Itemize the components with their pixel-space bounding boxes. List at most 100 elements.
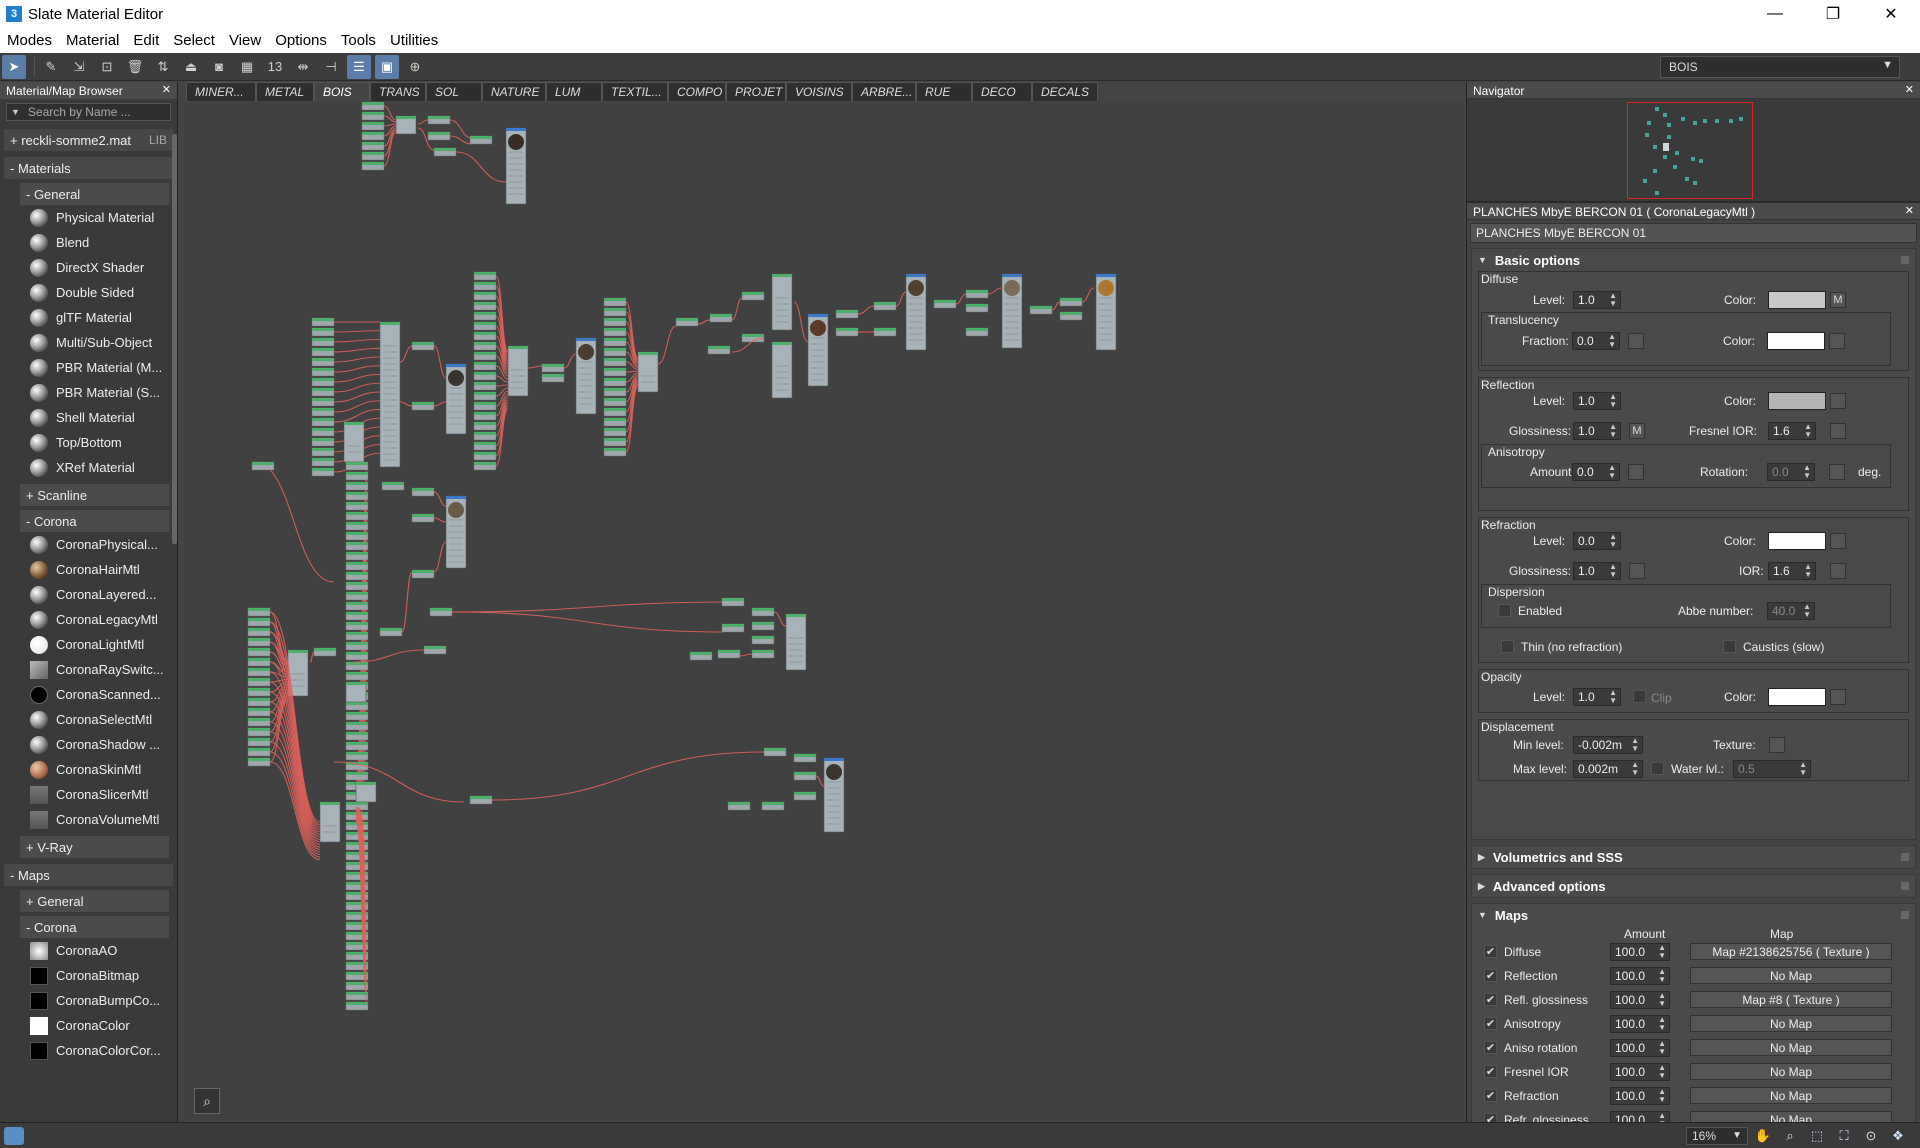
diffuse-map-button[interactable]: M xyxy=(1830,292,1846,308)
material-list-item[interactable]: XRef Material xyxy=(30,455,177,480)
refraction-gloss-map-button[interactable] xyxy=(1629,563,1645,579)
minimize-button[interactable]: — xyxy=(1746,0,1804,28)
map-slot-button[interactable]: No Map xyxy=(1690,1063,1892,1080)
map-amount-spinner[interactable]: 100.0▲▼ xyxy=(1610,1087,1670,1105)
move-children-icon[interactable]: ⇅ xyxy=(151,55,175,79)
browser-search-input[interactable]: ▼ Search by Name ... xyxy=(6,103,171,121)
tab-compo[interactable]: COMPO xyxy=(668,82,726,101)
material-list-item[interactable]: Blend xyxy=(30,230,177,255)
corona-material-item[interactable]: CoronaPhysical... xyxy=(30,532,177,557)
map-amount-spinner[interactable]: 100.0▲▼ xyxy=(1610,1063,1670,1081)
corona-material-item[interactable]: CoronaLightMtl xyxy=(30,632,177,657)
subgroup-vray[interactable]: + V-Ray xyxy=(20,836,169,858)
delete-icon[interactable]: 🗑 xyxy=(123,55,147,79)
tab-trans[interactable]: TRANS xyxy=(370,82,426,101)
select-by-material-icon[interactable]: ⊕ xyxy=(403,55,427,79)
subgroup-maps-corona[interactable]: - Corona xyxy=(20,916,169,938)
refraction-glossiness-spinner[interactable]: 1.0 ▲ ▼ xyxy=(1573,562,1621,580)
corona-material-item[interactable]: CoronaSkinMtl xyxy=(30,757,177,782)
hand-icon[interactable]: ☚ xyxy=(1914,1126,1920,1146)
zoom-region-icon[interactable]: ⬚ xyxy=(1806,1126,1828,1146)
zoom-extents-icon[interactable]: ⛶ xyxy=(1833,1126,1855,1146)
node-canvas[interactable]: ⌕ xyxy=(184,102,1464,1120)
map-slot-button[interactable]: No Map xyxy=(1690,1087,1892,1104)
assign-material-icon[interactable]: ⇲ xyxy=(67,55,91,79)
basic-options-title[interactable]: ▼ Basic options xyxy=(1472,249,1915,271)
select-tool-icon[interactable]: ➤ xyxy=(2,54,26,79)
search-options-icon[interactable]: ▼ xyxy=(11,107,20,117)
thin-checkbox[interactable] xyxy=(1501,640,1514,653)
menu-select[interactable]: Select xyxy=(166,32,222,49)
reflection-level-spinner[interactable]: 1.0 ▲ ▼ xyxy=(1573,392,1621,410)
corona-material-item[interactable]: CoronaSelectMtl xyxy=(30,707,177,732)
material-list-item[interactable]: glTF Material xyxy=(30,305,177,330)
corona-material-item[interactable]: CoronaShadow ... xyxy=(30,732,177,757)
menu-material[interactable]: Material xyxy=(59,32,126,49)
subgroup-general[interactable]: - General xyxy=(20,183,169,205)
map-list-item[interactable]: CoronaAO xyxy=(30,938,177,963)
reflection-color-swatch[interactable] xyxy=(1768,392,1826,410)
displacement-max-spinner[interactable]: 0.002m ▲ ▼ xyxy=(1573,760,1643,778)
refraction-map-button[interactable] xyxy=(1830,533,1846,549)
maps-title[interactable]: ▼ Maps xyxy=(1472,904,1915,926)
fresnel-ior-map-button[interactable] xyxy=(1830,423,1846,439)
binoculars-icon[interactable]: ⌕ xyxy=(194,1088,220,1114)
translucency-color-swatch[interactable] xyxy=(1767,332,1825,350)
material-list-item[interactable]: Shell Material xyxy=(30,405,177,430)
corona-material-item[interactable]: CoronaLayered... xyxy=(30,582,177,607)
hide-nodes-icon[interactable]: ⏏ xyxy=(179,55,203,79)
tab-deco[interactable]: DECO xyxy=(972,82,1032,101)
tab-miner[interactable]: MINER... xyxy=(186,82,256,101)
displacement-texture-button[interactable] xyxy=(1769,737,1785,753)
opacity-level-spinner[interactable]: 1.0 ▲ ▼ xyxy=(1573,688,1621,706)
navigator-viewport-frame[interactable] xyxy=(1627,102,1753,199)
map-enable-checkbox[interactable]: ✔ xyxy=(1484,1017,1497,1030)
translucency-color-map-button[interactable] xyxy=(1829,333,1845,349)
refraction-ior-map-button[interactable] xyxy=(1830,563,1846,579)
reflection-glossiness-spinner[interactable]: 1.0 ▲ ▼ xyxy=(1573,422,1621,440)
put-to-scene-icon[interactable]: ⊡ xyxy=(95,55,119,79)
opacity-map-button[interactable] xyxy=(1830,689,1846,705)
corona-material-item[interactable]: CoronaLegacyMtl xyxy=(30,607,177,632)
map-enable-checkbox[interactable]: ✔ xyxy=(1484,1089,1497,1102)
close-button[interactable]: ✕ xyxy=(1862,0,1920,28)
close-icon[interactable]: ✕ xyxy=(162,83,171,96)
menu-options[interactable]: Options xyxy=(268,32,334,49)
material-list-item[interactable]: PBR Material (S... xyxy=(30,380,177,405)
group-materials[interactable]: - Materials xyxy=(4,157,173,179)
navigator-view[interactable] xyxy=(1467,99,1920,203)
zoom-selector[interactable]: 16% ▼ xyxy=(1686,1127,1748,1145)
zoom-selected-icon[interactable]: ⊙ xyxy=(1860,1126,1882,1146)
maximize-button[interactable]: ❐ xyxy=(1804,0,1862,28)
reflection-map-button[interactable] xyxy=(1830,393,1846,409)
map-slot-button[interactable]: No Map xyxy=(1690,1015,1892,1032)
subgroup-corona[interactable]: - Corona xyxy=(20,510,169,532)
advanced-title[interactable]: ▶ Advanced options xyxy=(1472,875,1915,897)
browser-scrollbar[interactable] xyxy=(172,134,177,544)
tab-lum[interactable]: LUM xyxy=(546,82,602,101)
opacity-color-swatch[interactable] xyxy=(1768,688,1826,706)
map-enable-checkbox[interactable]: ✔ xyxy=(1484,1041,1497,1054)
corona-material-item[interactable]: CoronaVolumeMtl xyxy=(30,807,177,832)
anisotropy-map-button[interactable] xyxy=(1628,464,1644,480)
layout-children-icon[interactable]: ⊣ xyxy=(319,55,343,79)
material-list-item[interactable]: DirectX Shader xyxy=(30,255,177,280)
map-list-item[interactable]: CoronaColorCor... xyxy=(30,1038,177,1063)
map-amount-spinner[interactable]: 100.0▲▼ xyxy=(1610,943,1670,961)
tab-textil[interactable]: TEXTIL... xyxy=(602,82,668,101)
refraction-color-swatch[interactable] xyxy=(1768,532,1826,550)
material-list-item[interactable]: Double Sided xyxy=(30,280,177,305)
corona-material-item[interactable]: CoronaSlicerMtl xyxy=(30,782,177,807)
displacement-min-spinner[interactable]: -0.002m ▲ ▼ xyxy=(1573,736,1643,754)
corona-material-item[interactable]: CoronaRaySwitc... xyxy=(30,657,177,682)
menu-edit[interactable]: Edit xyxy=(126,32,166,49)
material-editor-icon[interactable] xyxy=(4,1127,24,1145)
pan-icon[interactable]: ✋ xyxy=(1752,1126,1774,1146)
map-list-item[interactable]: CoronaBitmap xyxy=(30,963,177,988)
anisotropy-amount-spinner[interactable]: 0.0 ▲ ▼ xyxy=(1572,463,1620,481)
pan-to-selected-icon[interactable]: ❖ xyxy=(1887,1126,1909,1146)
abbe-number-spinner[interactable]: 40.0 ▲ ▼ xyxy=(1767,602,1815,620)
show-shaded-icon[interactable]: ◙ xyxy=(207,55,231,79)
tab-voisins[interactable]: VOISINS xyxy=(786,82,852,101)
material-list-item[interactable]: Physical Material xyxy=(30,205,177,230)
